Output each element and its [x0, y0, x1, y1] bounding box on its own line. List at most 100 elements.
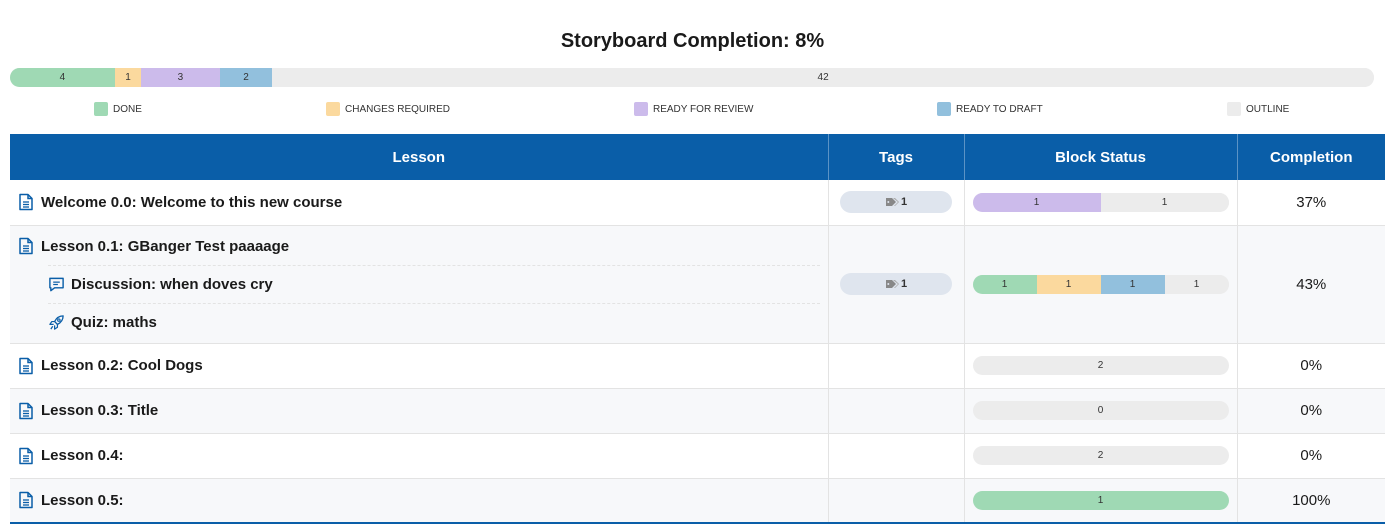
lesson-link[interactable]: Lesson 0.3: Title [18, 392, 820, 430]
status-legend: DONE CHANGES REQUIRED READY FOR REVIEW READ… [0, 102, 1385, 118]
column-header-block-status[interactable]: Block Status [964, 134, 1238, 180]
legend-item-outline: OUTLINE [1227, 102, 1289, 116]
block-status-bar: 1 [972, 490, 1229, 510]
lesson-cell: Lesson 0.2: Cool Dogs [10, 343, 829, 389]
document-icon [18, 193, 34, 211]
overall-segment-outline: 42 [272, 68, 1374, 87]
table-row: Lesson 0.4: 2 0% [10, 433, 1385, 479]
block-status-bar: 0 [972, 401, 1229, 420]
overall-segment-draft: 2 [219, 68, 273, 87]
tags-cell [828, 478, 965, 524]
document-icon [18, 402, 34, 420]
completion-value: 0% [1237, 343, 1385, 389]
overall-segment-review: 3 [141, 68, 220, 87]
lesson-title: Lesson 0.1: GBanger Test paaaage [41, 237, 290, 255]
legend-label: OUTLINE [1246, 103, 1290, 115]
status-segment-review: 1 [972, 192, 1101, 212]
lesson-child-link[interactable]: Quiz: maths [48, 303, 820, 341]
column-header-completion[interactable]: Completion [1237, 134, 1385, 180]
completion-value: 0% [1237, 433, 1385, 479]
tag-pill[interactable]: 1 [840, 191, 952, 214]
completion-value: 43% [1237, 225, 1385, 344]
status-segment-outline: 1 [1100, 192, 1229, 212]
lesson-cell: Lesson 0.1: GBanger Test paaaage Discussi… [10, 225, 829, 344]
completion-value: 37% [1237, 180, 1385, 226]
document-icon [18, 357, 34, 375]
column-header-tags[interactable]: Tags [828, 134, 965, 180]
rocket-icon [48, 314, 64, 332]
legend-swatch [326, 102, 340, 116]
tag-count: 1 [900, 196, 908, 209]
document-icon [18, 237, 34, 255]
child-title: Quiz: maths [71, 314, 157, 331]
page-title: Storyboard Completion: 8% [560, 30, 825, 52]
tags-cell: 1 [828, 225, 965, 344]
lesson-child-link[interactable]: Discussion: when doves cry [48, 265, 820, 303]
legend-label: READY FOR REVIEW [653, 103, 754, 115]
lesson-link[interactable]: Lesson 0.2: Cool Dogs [18, 347, 820, 385]
lesson-link[interactable]: Lesson 0.4: [18, 437, 820, 475]
lesson-table: Lesson Tags Block Status Completion Welc… [10, 134, 1385, 524]
legend-item-done: DONE [94, 102, 142, 116]
status-segment-outline: 2 [972, 356, 1229, 375]
lesson-cell: Lesson 0.3: Title [10, 388, 829, 434]
block-status-bar: 2 [972, 446, 1229, 465]
lesson-link[interactable]: Welcome 0.0: Welcome to this new course [18, 183, 820, 221]
overall-status-bar: 4 1 3 2 42 [10, 68, 1374, 87]
status-segment-done: 1 [972, 490, 1229, 510]
block-status-cell: 2 [964, 343, 1238, 389]
status-segment-outline: 1 [1164, 274, 1229, 294]
tags-cell: 1 [828, 180, 965, 226]
tag-icon [885, 279, 899, 289]
table-row: Lesson 0.2: Cool Dogs 2 0% [10, 343, 1385, 389]
child-title: Discussion: when doves cry [71, 276, 273, 293]
legend-item-review: READY FOR REVIEW [634, 102, 753, 116]
block-status-bar: 2 [972, 356, 1229, 375]
legend-item-draft: READY TO DRAFT [937, 102, 1043, 116]
block-status-cell: 1111 [964, 225, 1238, 344]
lesson-cell: Welcome 0.0: Welcome to this new course [10, 180, 829, 226]
tags-cell [828, 343, 965, 389]
completion-value: 100% [1237, 478, 1385, 524]
discussion-icon [48, 276, 64, 294]
overall-segment-done: 4 [10, 68, 115, 87]
status-segment-outline: 0 [972, 401, 1229, 420]
tags-cell [828, 388, 965, 434]
table-row: Lesson 0.1: GBanger Test paaaage Discussi… [10, 225, 1385, 344]
tag-icon [885, 197, 899, 207]
block-status-cell: 2 [964, 433, 1238, 479]
block-status-bar: 11 [972, 192, 1229, 212]
block-status-cell: 11 [964, 180, 1238, 226]
lesson-title: Lesson 0.4: [41, 447, 124, 464]
legend-swatch [634, 102, 648, 116]
lesson-link[interactable]: Lesson 0.1: GBanger Test paaaage [18, 227, 820, 265]
block-status-cell: 0 [964, 388, 1238, 434]
block-status-cell: 1 [964, 478, 1238, 524]
overall-segment-changes: 1 [114, 68, 142, 87]
lesson-title: Lesson 0.5: [41, 491, 124, 509]
table-row: Welcome 0.0: Welcome to this new course 1… [10, 180, 1385, 226]
legend-swatch [1227, 102, 1241, 116]
tag-pill[interactable]: 1 [840, 273, 952, 295]
status-segment-draft: 1 [1100, 274, 1165, 294]
document-icon [18, 447, 34, 465]
lesson-cell: Lesson 0.4: [10, 433, 829, 479]
table-row: Lesson 0.5: 1 100% [10, 478, 1385, 524]
legend-label: READY TO DRAFT [956, 103, 1043, 115]
table-header-row: Lesson Tags Block Status Completion [10, 134, 1385, 180]
legend-swatch [937, 102, 951, 116]
tags-cell [828, 433, 965, 479]
column-header-lesson[interactable]: Lesson [10, 134, 829, 180]
lesson-link[interactable]: Lesson 0.5: [18, 481, 820, 519]
lesson-cell: Lesson 0.5: [10, 478, 829, 524]
status-segment-done: 1 [972, 274, 1037, 294]
completion-value: 0% [1237, 388, 1385, 434]
lesson-title: Welcome 0.0: Welcome to this new course [41, 193, 343, 211]
legend-label: CHANGES REQUIRED [345, 103, 451, 115]
legend-label: DONE [113, 103, 142, 115]
status-segment-outline: 2 [972, 446, 1229, 465]
table-row: Lesson 0.3: Title 0 0% [10, 388, 1385, 434]
block-status-bar: 1111 [972, 274, 1229, 294]
legend-item-changes: CHANGES REQUIRED [326, 102, 450, 116]
lesson-title: Lesson 0.2: Cool Dogs [41, 357, 203, 374]
